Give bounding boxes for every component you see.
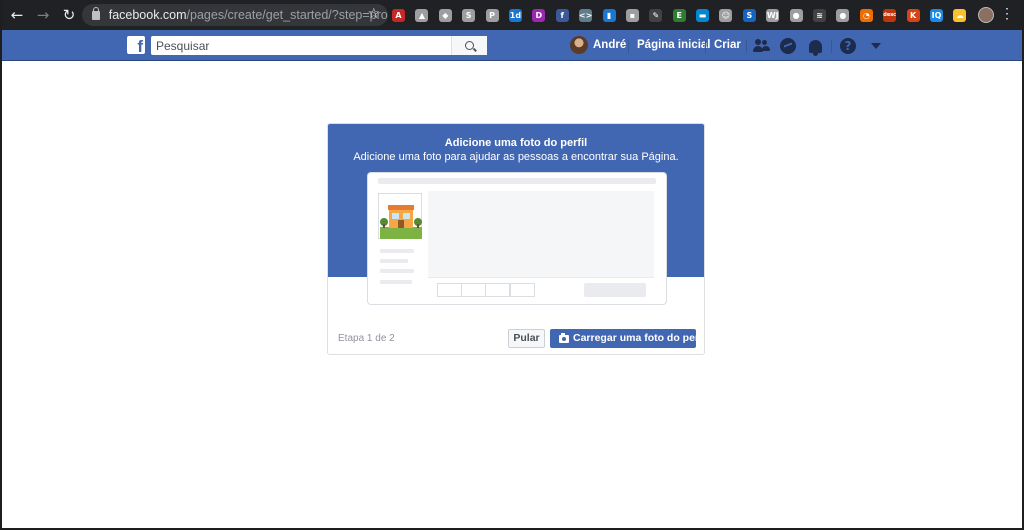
diamond-icon[interactable]: ◆: [438, 8, 452, 22]
step-indicator: Etapa 1 de 2: [338, 333, 395, 344]
code-icon[interactable]: <>: [579, 8, 592, 22]
page-preview-illustration: [368, 173, 666, 304]
browser-toolbar: ← → ↻ facebook.com/pages/create/get_star…: [2, 0, 1022, 30]
nav-divider: [705, 40, 706, 53]
preview-cover: [428, 191, 654, 277]
search-icon: [465, 41, 474, 50]
card-title: Adicione uma foto do perfil: [444, 137, 588, 149]
wj-icon[interactable]: WJ: [766, 8, 780, 22]
preview-profile-photo: [378, 193, 422, 239]
preview-button: [584, 283, 646, 297]
skip-button[interactable]: Pular: [508, 329, 545, 348]
preview-sidebar: [378, 193, 422, 311]
forward-arrow-icon[interactable]: →: [32, 4, 54, 26]
facebook-logo-icon[interactable]: f: [127, 36, 145, 54]
calendar-icon[interactable]: 1d: [508, 8, 522, 22]
url-text: facebook.com/pages/create/get_started/?s…: [109, 8, 388, 22]
evernote-icon[interactable]: E: [672, 8, 686, 22]
iq-icon[interactable]: IQ: [929, 8, 943, 22]
upload-button-label: Carregar uma foto do perfil: [573, 332, 705, 344]
messenger-icon: [780, 38, 796, 54]
search-box: [151, 36, 487, 55]
card-subtitle: Adicione uma foto para ajudar as pessoas…: [353, 151, 679, 163]
preview-line: [380, 249, 414, 253]
preview-line: [380, 269, 414, 273]
adobe-pdf-icon[interactable]: A: [392, 8, 405, 22]
preview-tab: [437, 283, 462, 297]
bookmark-star-icon[interactable]: ☆: [367, 6, 380, 22]
more-menu-icon[interactable]: ⋮: [1000, 5, 1014, 22]
profile-link[interactable]: André: [570, 36, 626, 54]
speech-icon[interactable]: ☁: [953, 8, 967, 22]
caret-down-icon: [871, 43, 881, 49]
messenger-icon-wrap[interactable]: [779, 37, 797, 55]
profile-avatar[interactable]: [978, 7, 994, 23]
tab-icon[interactable]: ▮: [602, 8, 616, 22]
notifications-icon-wrap[interactable]: [806, 37, 824, 56]
lock-icon: [92, 6, 100, 20]
preview-line: [380, 259, 408, 263]
facebook-header: f André Página inicial Criar ?: [2, 30, 1022, 61]
account-menu-icon-wrap[interactable]: [867, 37, 885, 55]
k-icon[interactable]: K: [906, 8, 920, 22]
preview-tab: [461, 283, 486, 297]
create-link[interactable]: Criar: [714, 39, 741, 51]
url-host: facebook.com: [108, 8, 187, 22]
bird-icon[interactable]: ●: [789, 8, 803, 22]
storefront-icon: [380, 205, 422, 239]
upload-profile-photo-button[interactable]: Carregar uma foto do perfil: [550, 329, 704, 348]
clock-icon[interactable]: ◔: [859, 8, 873, 22]
search-button[interactable]: [451, 36, 487, 55]
screen: ← → ↻ facebook.com/pages/create/get_star…: [2, 0, 1022, 528]
d-extension-icon[interactable]: D: [532, 8, 546, 22]
preview-top-bar: [378, 178, 656, 184]
preview-tabs: [428, 277, 654, 300]
profile-name: André: [593, 39, 627, 51]
window-icon[interactable]: ▬: [696, 8, 710, 22]
layers-icon[interactable]: ≋: [813, 8, 827, 22]
smile-icon[interactable]: ●: [836, 8, 850, 22]
url-path: /pages/create/get_started/?step=pro...: [186, 8, 388, 22]
home-link[interactable]: Página inicial: [637, 39, 711, 51]
search-input[interactable]: [151, 36, 451, 55]
address-bar[interactable]: facebook.com/pages/create/get_started/?s…: [82, 4, 388, 26]
preview-tab: [510, 283, 535, 297]
pen-icon[interactable]: ✎: [649, 8, 663, 22]
google-drive-icon[interactable]: ▲: [415, 8, 429, 22]
facebook-extension-icon[interactable]: f: [555, 8, 569, 22]
nav-divider: [831, 40, 832, 53]
desc-icon[interactable]: desc: [883, 8, 897, 22]
preview-tab: [485, 283, 510, 297]
s-extension-icon[interactable]: S: [462, 8, 476, 22]
help-icon: ?: [840, 38, 856, 54]
avatar: [570, 36, 588, 54]
pinterest-icon[interactable]: P: [485, 8, 499, 22]
profile-photo-card: Adicione uma foto do perfil Adicione uma…: [327, 123, 705, 355]
preview-line: [380, 280, 412, 284]
extensions-bar: A ▲ ◆ S P 1d Df <> ▮ ▪ ✎ E ▬ ☺ S WJ ● ≋ ● ◔ desc K IQ ☁: [392, 6, 977, 24]
reload-icon[interactable]: ↻: [58, 4, 80, 26]
nav-divider: [628, 40, 629, 53]
nav-divider: [746, 40, 747, 53]
camera-icon: [559, 333, 569, 343]
s-square-icon[interactable]: S: [742, 8, 756, 22]
bell-icon: [808, 39, 822, 56]
face-icon[interactable]: ☺: [719, 8, 733, 22]
chat-icon[interactable]: ▪: [625, 8, 639, 22]
help-icon-wrap[interactable]: ?: [839, 37, 857, 55]
back-arrow-icon[interactable]: ←: [6, 4, 28, 26]
friend-requests-icon[interactable]: [752, 37, 770, 55]
